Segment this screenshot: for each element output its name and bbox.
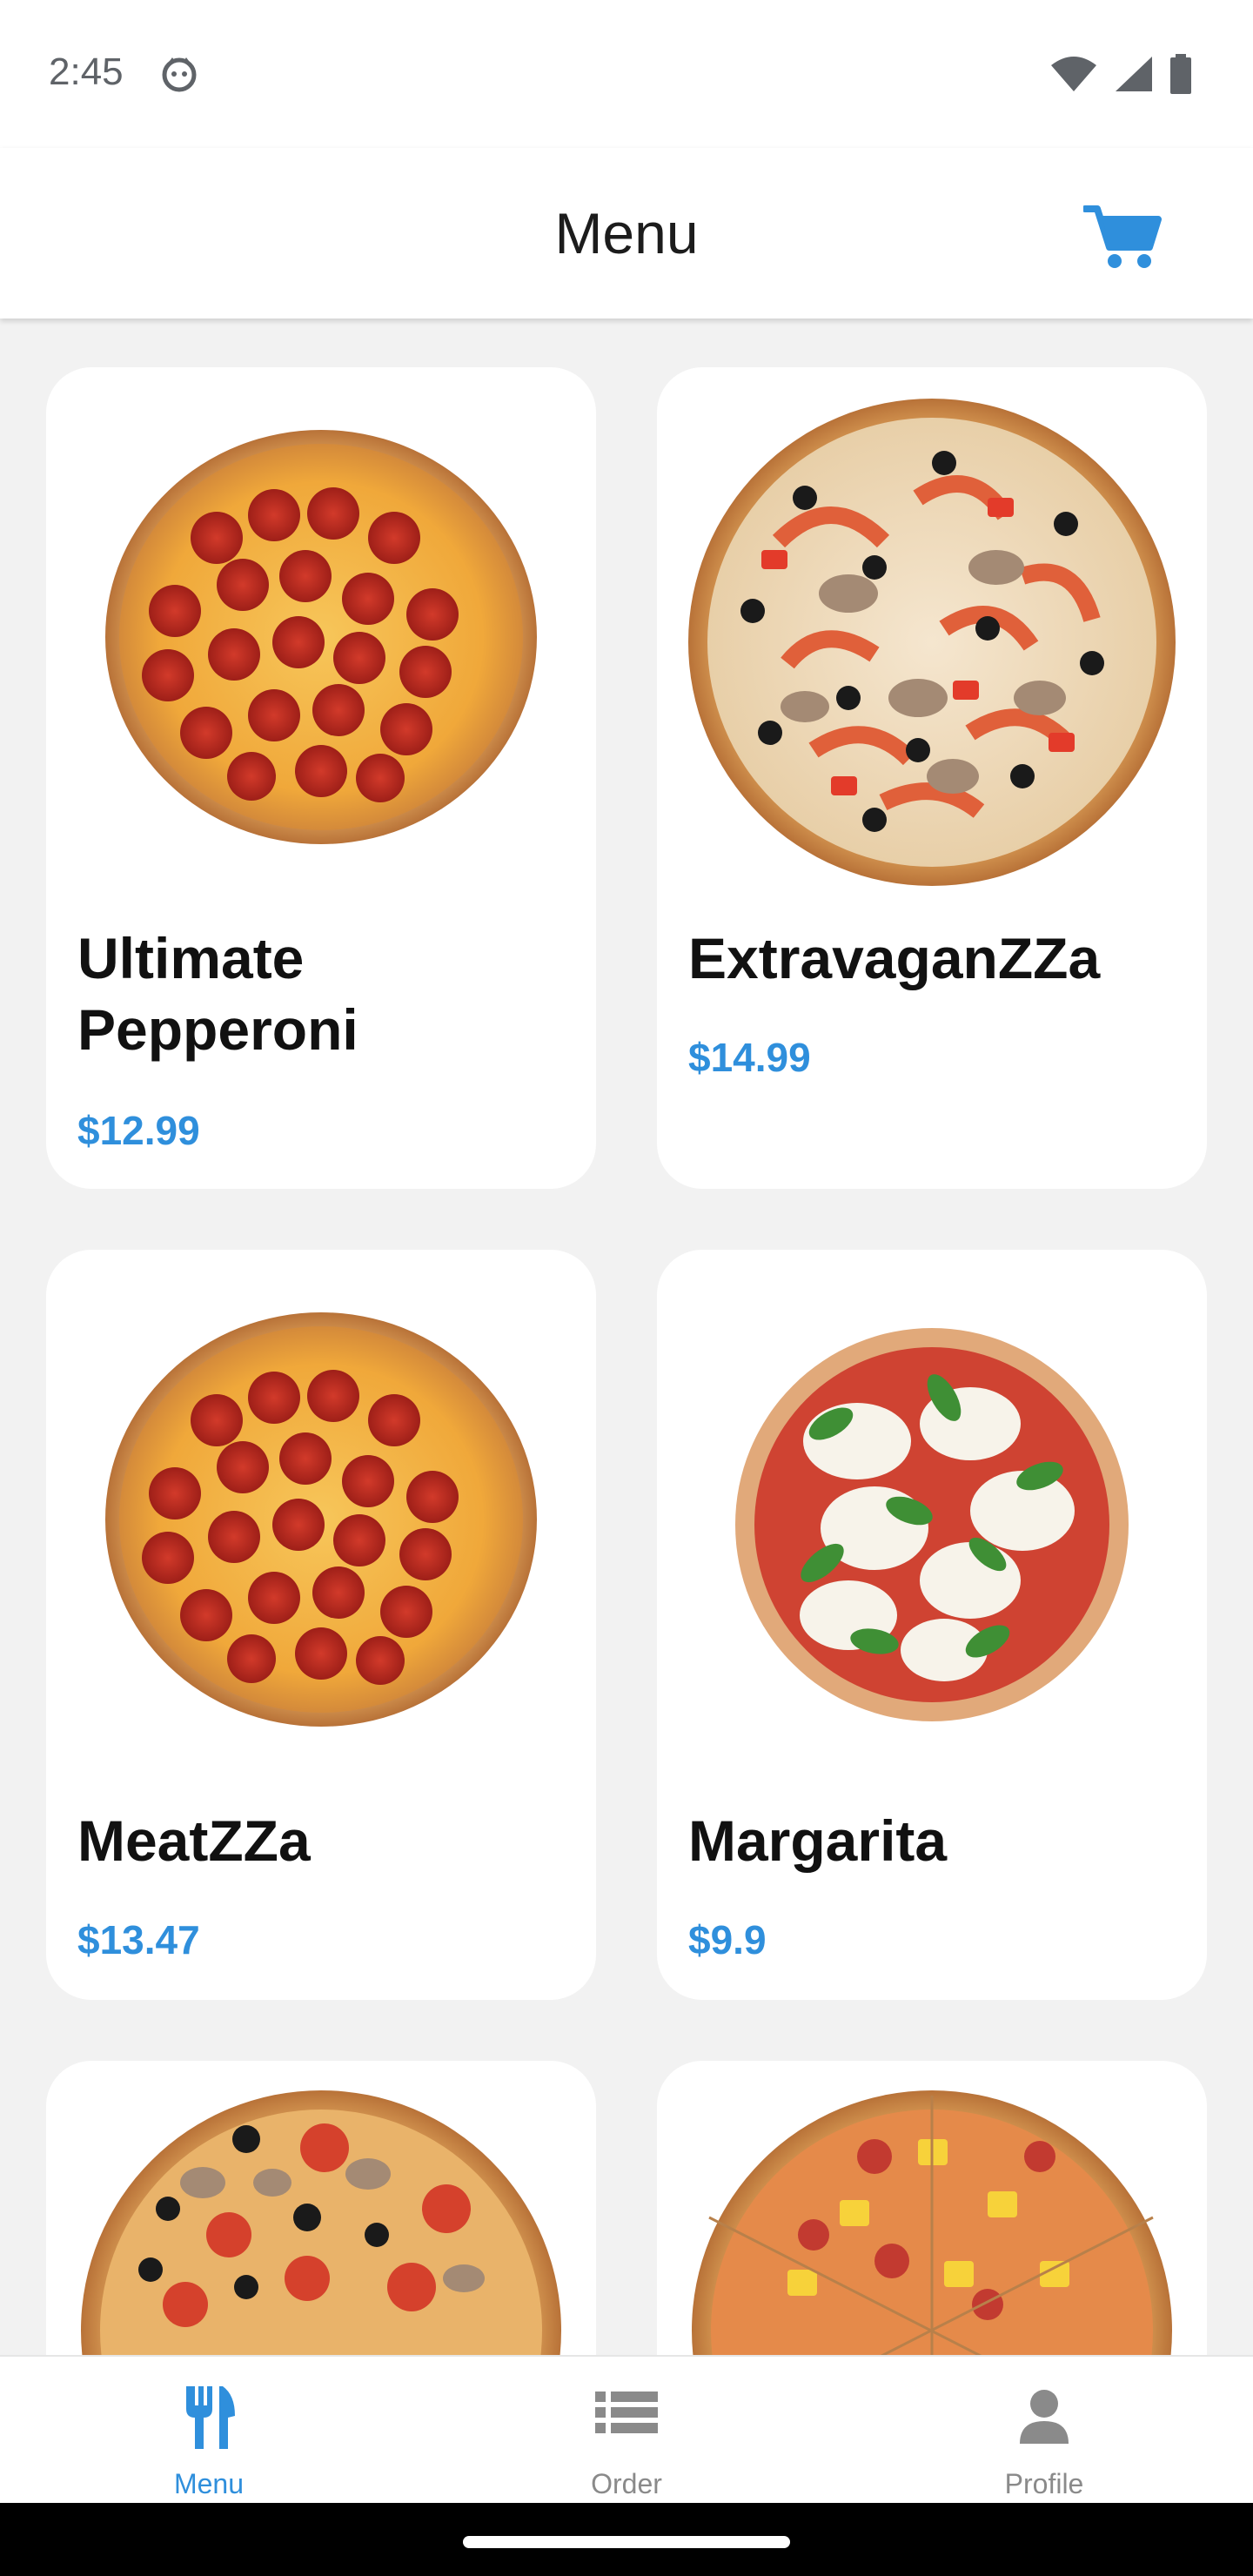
nav-label: Menu: [173, 2468, 245, 2499]
item-price: $13.47: [77, 1917, 200, 1962]
pizza-image: [688, 399, 1176, 886]
nav-menu[interactable]: Menu: [0, 2357, 418, 2505]
pizza-image: [735, 1328, 1129, 1721]
page-title: Menu: [554, 201, 699, 265]
pizza-image: [81, 2090, 561, 2355]
item-price: $9.9: [688, 1917, 767, 1962]
menu-card[interactable]: Ultimate Pepperoni $12.99: [46, 367, 596, 1189]
app-bar: Menu: [0, 148, 1253, 319]
item-name: ExtravaganZZa: [688, 926, 1101, 990]
status-bar: 2:45: [0, 0, 1253, 148]
item-price: $12.99: [77, 1108, 200, 1153]
item-name: MeatZZa: [77, 1808, 311, 1873]
signal-icon: [1116, 57, 1152, 91]
gesture-bar: [0, 2503, 1253, 2576]
list-icon: [595, 2392, 658, 2433]
person-icon: [1020, 2390, 1069, 2444]
fork-knife-icon: [186, 2386, 235, 2449]
menu-card[interactable]: Margarita $9.9: [657, 1250, 1207, 2000]
notification-face-icon: [162, 57, 197, 92]
menu-card[interactable]: MeatZZa $13.47: [46, 1250, 596, 2000]
nav-order[interactable]: Order: [418, 2357, 835, 2505]
status-time: 2:45: [49, 50, 124, 93]
cart-icon[interactable]: [1083, 202, 1162, 272]
menu-grid: Ultimate Pepperoni $12.99 ExtravaganZZa …: [0, 319, 1253, 2355]
status-icons: [1049, 54, 1192, 94]
wifi-icon: [1051, 57, 1096, 91]
item-name: Margarita: [688, 1808, 948, 1873]
menu-card[interactable]: [657, 2061, 1207, 2355]
home-handle[interactable]: [463, 2536, 790, 2548]
pizza-image: [105, 430, 537, 844]
battery-icon: [1170, 54, 1191, 94]
menu-card[interactable]: [46, 2061, 596, 2355]
nav-label: Profile: [1004, 2468, 1084, 2499]
bottom-navigation: Menu Order Profile: [0, 2355, 1253, 2505]
nav-profile[interactable]: Profile: [835, 2357, 1253, 2505]
item-price: $14.99: [688, 1035, 811, 1080]
nav-label: Order: [591, 2468, 662, 2499]
item-name: Ultimate Pepperoni: [77, 926, 358, 1062]
pizza-image: [105, 1312, 537, 1727]
pizza-image: [692, 2090, 1172, 2355]
menu-card[interactable]: ExtravaganZZa $14.99: [657, 367, 1207, 1189]
